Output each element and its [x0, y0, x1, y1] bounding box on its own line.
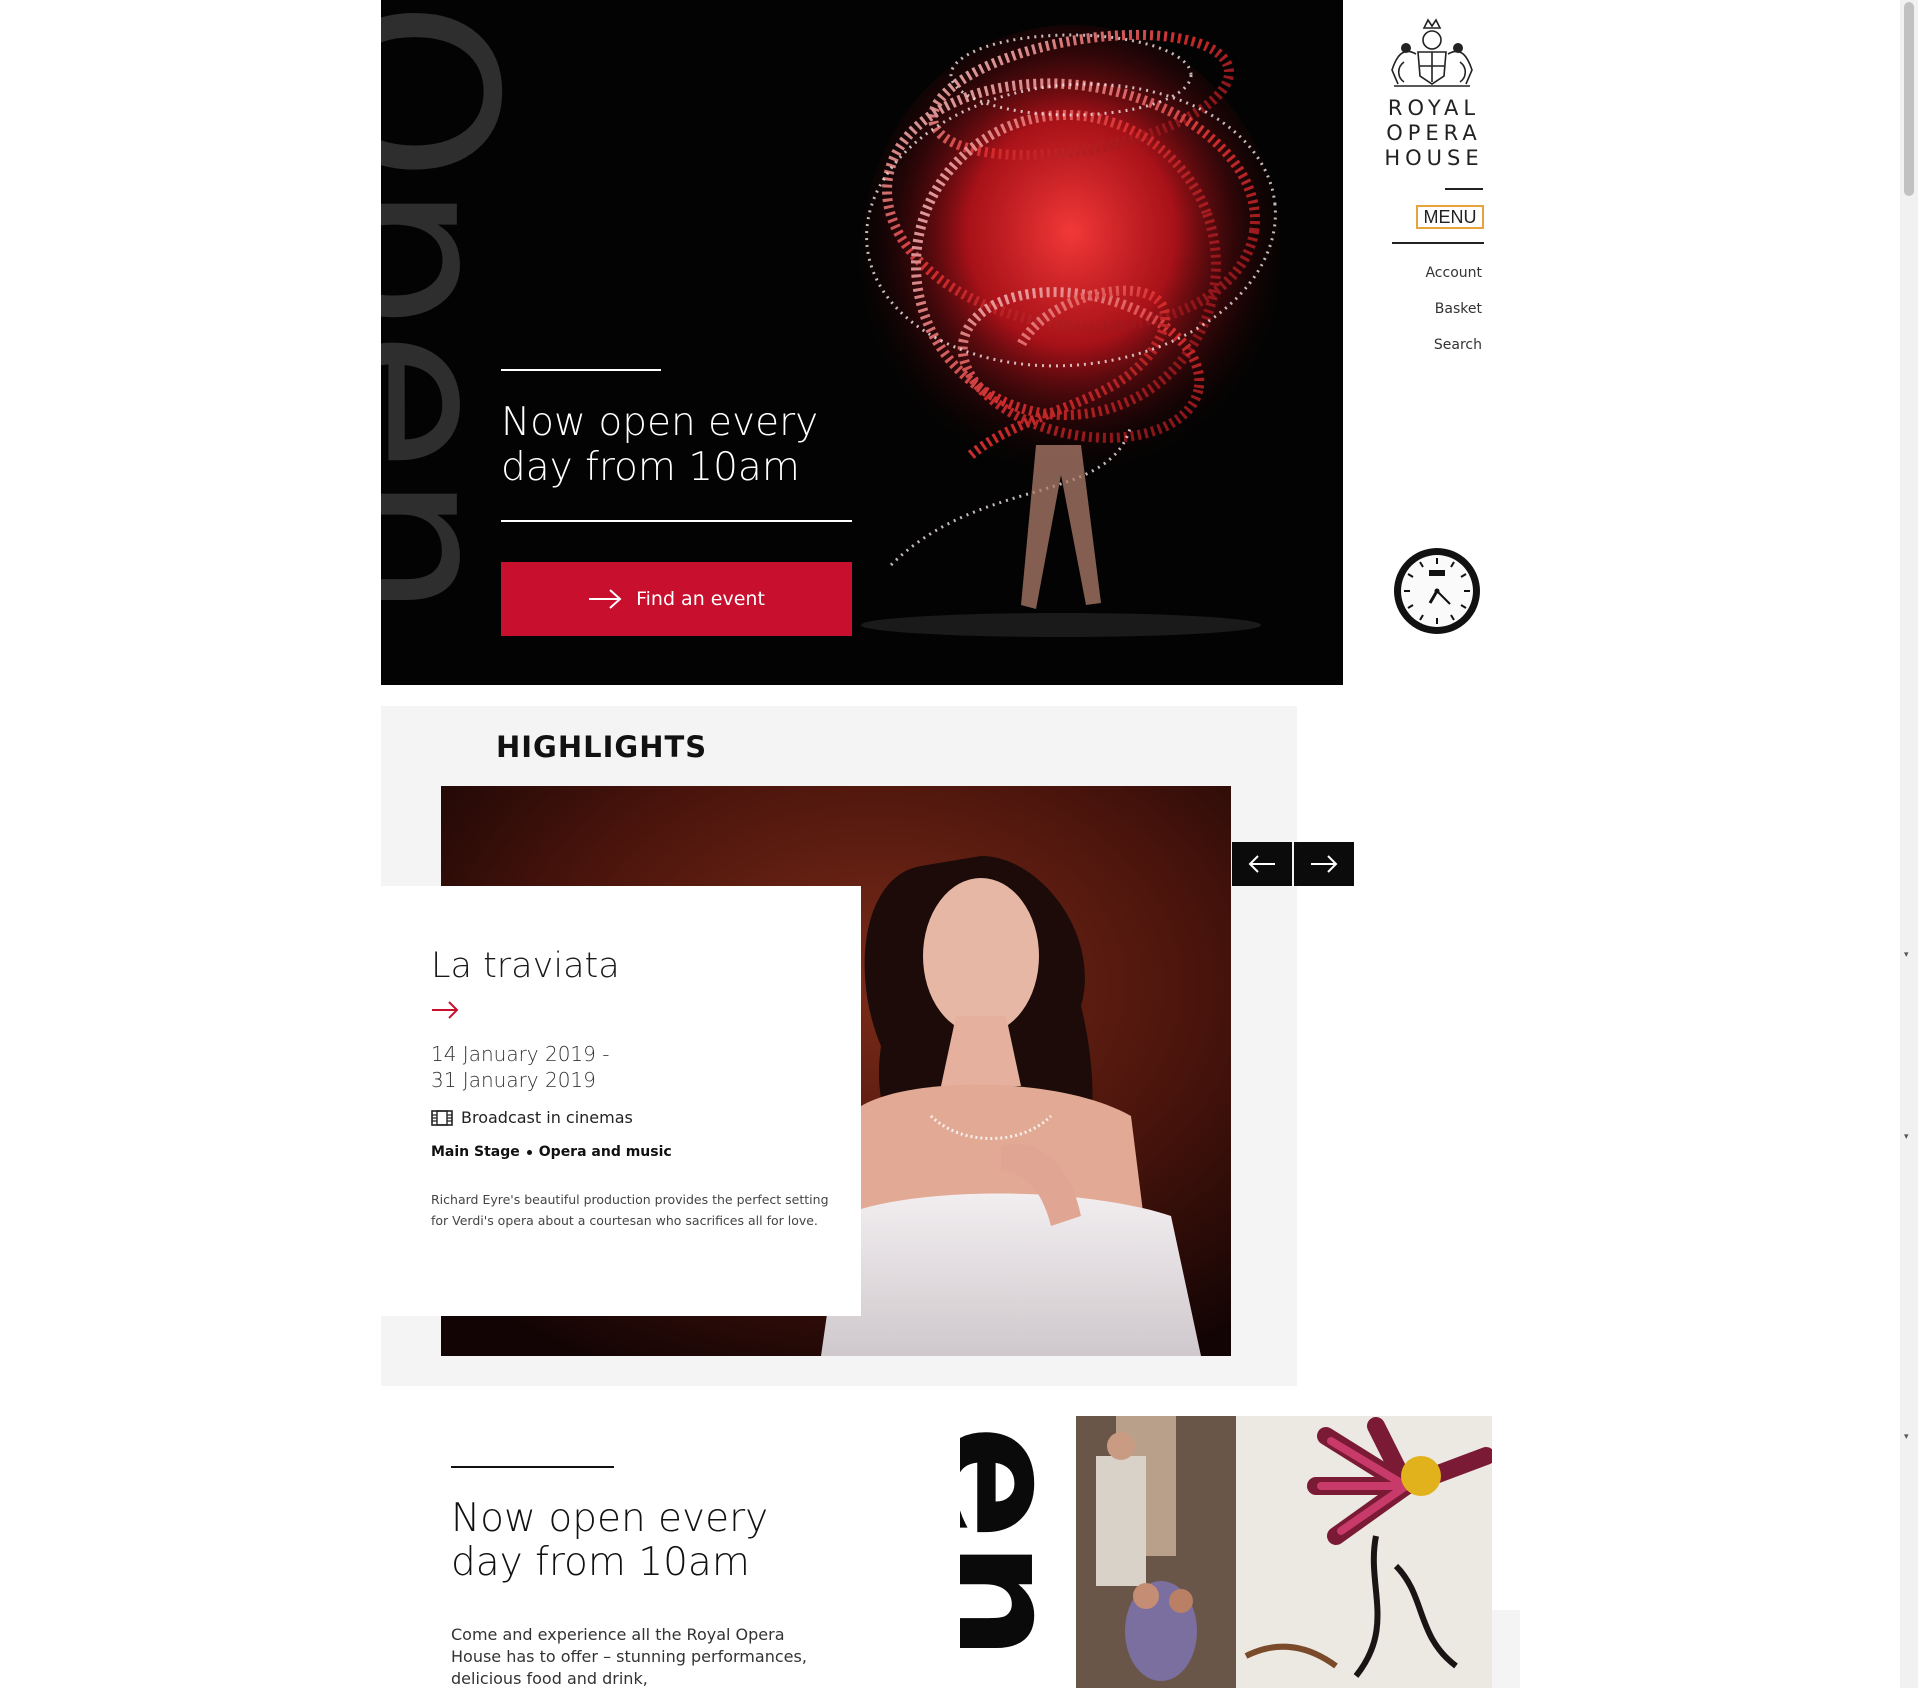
hero-banner: Open Now open every day from 10am Find a… [381, 0, 1343, 685]
lower-rule [451, 1466, 614, 1468]
hero-rule-top [501, 369, 661, 371]
menu-button[interactable]: MENU [1416, 205, 1484, 229]
venue-tag: Main Stage [431, 1144, 520, 1160]
logo-divider [1445, 188, 1483, 190]
broadcast-label: Broadcast in cinemas [461, 1108, 633, 1127]
event-dates: 14 January 2019 - 31 January 2019 [431, 1041, 609, 1093]
scrollbar-thumb[interactable] [1904, 2, 1914, 196]
hero-title: Now open every day from 10am [501, 400, 819, 490]
carousel-next-button[interactable] [1294, 842, 1354, 886]
film-icon [431, 1109, 453, 1126]
arrow-right-icon [1311, 855, 1338, 873]
menu-divider [1392, 242, 1484, 244]
lower-title: Now open every day from 10am [451, 1496, 769, 1585]
scroll-marker: ▾ [1904, 1132, 1909, 1142]
find-event-button[interactable]: Find an event [501, 562, 852, 636]
find-event-label: Find an event [636, 588, 765, 610]
event-title[interactable]: La traviata [431, 946, 620, 986]
rolex-clock-icon[interactable] [1392, 546, 1482, 636]
carousel-prev-button[interactable] [1232, 842, 1292, 886]
foyer-image [1076, 1416, 1492, 1688]
arrow-right-icon[interactable] [431, 1001, 459, 1019]
scroll-marker: ▾ [1904, 1432, 1909, 1442]
highlight-card[interactable]: La traviata 14 January 2019 - 31 January… [381, 886, 861, 1316]
arrow-right-icon [589, 589, 622, 609]
basket-link[interactable]: Basket [1435, 301, 1482, 317]
event-tags: Main Stage Opera and music [431, 1144, 672, 1160]
royal-crest-icon [1391, 18, 1473, 87]
broadcast-info: Broadcast in cinemas [431, 1108, 633, 1127]
account-link[interactable]: Account [1425, 265, 1482, 281]
hero-dancer-image [861, 25, 1281, 637]
lower-description: Come and experience all the Royal Opera … [451, 1625, 807, 1688]
event-date-start: 14 January 2019 - [431, 1042, 610, 1066]
arrow-left-icon [1248, 855, 1275, 873]
page-scrollbar[interactable]: ▾ ▾ ▾ [1900, 0, 1918, 1688]
lower-side-word: en [960, 1425, 1080, 1662]
search-link[interactable]: Search [1434, 337, 1482, 353]
hero-rule-bottom [501, 520, 852, 522]
event-description: Richard Eyre's beautiful production prov… [431, 1192, 829, 1228]
tag-separator [526, 1149, 532, 1155]
event-date-end: 31 January 2019 [431, 1068, 596, 1092]
royal-opera-house-logo[interactable]: ROYAL OPERA HOUSE [1380, 18, 1484, 171]
scroll-marker: ▾ [1904, 950, 1909, 960]
logo-wordmark: ROYAL OPERA HOUSE [1384, 96, 1484, 170]
category-tag: Opera and music [538, 1144, 672, 1160]
highlights-heading: HIGHLIGHTS [496, 730, 708, 764]
